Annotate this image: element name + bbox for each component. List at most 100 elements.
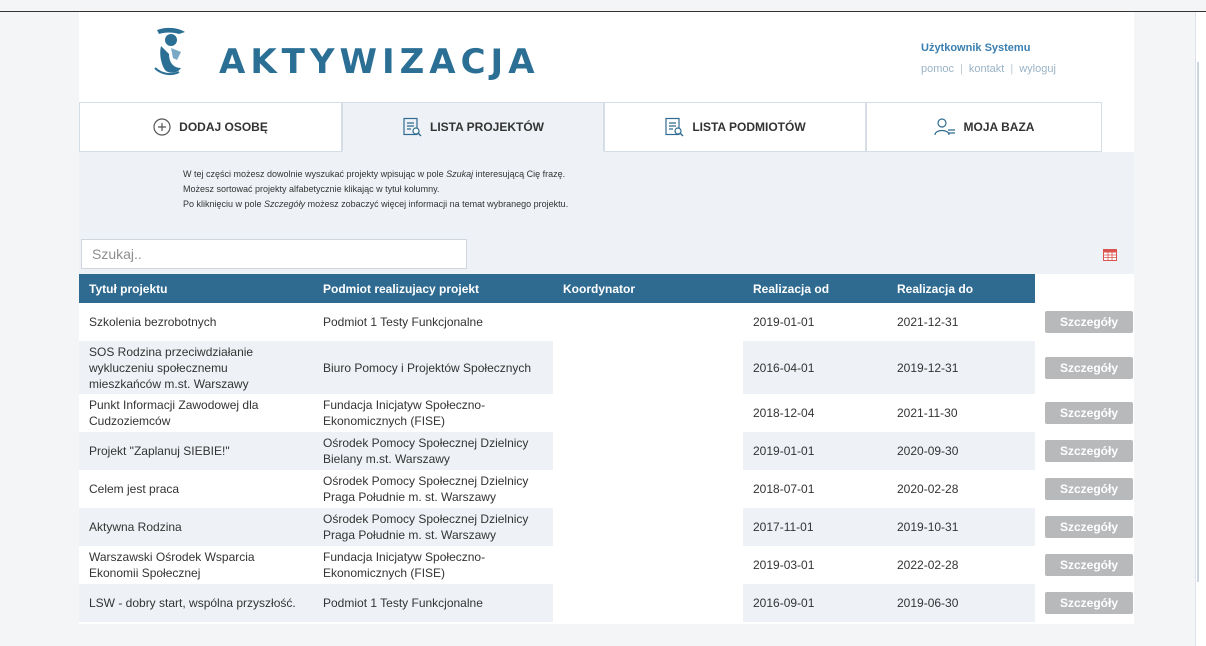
table-row: LSW - dobry start, wspólna przyszłość. Po…	[79, 584, 1134, 622]
info-line-2: Możesz sortować projekty alfabetycznie k…	[183, 184, 440, 194]
cell-actions: Szczegóły	[1035, 432, 1134, 470]
projects-table: Tytuł projektu Podmiot realizujacy proje…	[79, 274, 1134, 622]
cell-actions: Szczegóły	[1035, 546, 1134, 584]
details-button[interactable]: Szczegóły	[1045, 516, 1133, 538]
cell-title: SOS Rodzina przeciwdziałanie wykluczeniu…	[79, 341, 313, 394]
list-search-icon	[665, 117, 684, 137]
cell-entity: Podmiot 1 Testy Funkcjonalne	[313, 584, 553, 622]
details-button[interactable]: Szczegóły	[1045, 554, 1133, 576]
cell-date-to: 2019-10-31	[887, 508, 1035, 546]
cell-date-to: 2022-02-28	[887, 546, 1035, 584]
cell-actions: Szczegóły	[1035, 470, 1134, 508]
tab-entity-list[interactable]: LISTA PODMIOTÓW	[604, 102, 866, 152]
cell-actions: Szczegóły	[1035, 584, 1134, 622]
cell-date-to: 2020-09-30	[887, 432, 1035, 470]
brand-title: AKTYWIZACJA	[219, 42, 540, 82]
cell-date-from: 2017-11-01	[743, 508, 887, 546]
header: AKTYWIZACJA Użytkownik Systemu pomoc | kon…	[79, 12, 1134, 102]
search-input[interactable]	[81, 239, 467, 269]
help-link[interactable]: pomoc	[921, 63, 954, 75]
filter-bar	[79, 236, 1134, 274]
cell-date-from: 2016-04-01	[743, 341, 887, 394]
tab-label: MOJA BAZA	[963, 120, 1035, 134]
cell-date-to: 2020-02-28	[887, 470, 1035, 508]
cell-coordinator	[553, 470, 743, 508]
cell-date-from: 2019-01-01	[743, 303, 887, 341]
info-panel: W tej części możesz dowolnie wyszukać pr…	[79, 152, 1134, 236]
cell-actions: Szczegóły	[1035, 508, 1134, 546]
details-button[interactable]: Szczegóły	[1045, 402, 1133, 424]
cell-coordinator	[553, 508, 743, 546]
info-line-1: W tej części możesz dowolnie wyszukać pr…	[183, 169, 566, 179]
logo-figure-icon[interactable]	[149, 24, 191, 78]
scrollbar[interactable]	[1195, 12, 1206, 646]
column-header-entity[interactable]: Podmiot realizujacy projekt	[313, 274, 553, 303]
cell-entity: Ośrodek Pomocy Społecznej Dzielnicy Prag…	[313, 508, 553, 546]
cell-coordinator	[553, 584, 743, 622]
cell-date-from: 2019-03-01	[743, 546, 887, 584]
tab-add-person[interactable]: DODAJ OSOBĘ	[79, 102, 342, 152]
details-button[interactable]: Szczegóły	[1045, 440, 1133, 462]
cell-actions: Szczegóły	[1035, 341, 1134, 394]
scrollbar-track[interactable]	[1197, 62, 1199, 582]
table-body: Szkolenia bezrobotnych Podmiot 1 Testy Fu…	[79, 303, 1134, 622]
cell-entity: Ośrodek Pomocy Społecznej Dzielnicy Prag…	[313, 470, 553, 508]
table-row: Warszawski Ośrodek Wsparcia Ekonomii Spo…	[79, 546, 1134, 584]
contact-link[interactable]: kontakt	[969, 63, 1004, 75]
cell-date-to: 2021-12-31	[887, 303, 1035, 341]
cell-coordinator	[553, 341, 743, 394]
cell-coordinator	[553, 546, 743, 584]
details-button[interactable]: Szczegóły	[1045, 478, 1133, 500]
cell-title: Szkolenia bezrobotnych	[79, 303, 313, 341]
column-header-title[interactable]: Tytuł projektu	[79, 274, 313, 303]
cell-title: Warszawski Ośrodek Wsparcia Ekonomii Spo…	[79, 546, 313, 584]
column-header-date-to[interactable]: Realizacja do	[887, 274, 1035, 303]
cell-coordinator	[553, 394, 743, 432]
cell-actions: Szczegóły	[1035, 394, 1134, 432]
tab-my-base[interactable]: MOJA BAZA	[866, 102, 1102, 152]
tab-label: DODAJ OSOBĘ	[179, 120, 268, 134]
table-row: Celem jest praca Ośrodek Pomocy Społeczne…	[79, 470, 1134, 508]
user-name[interactable]: Użytkownik Systemu	[921, 42, 1030, 54]
table-row: Aktywna Rodzina Ośrodek Pomocy Społecznej…	[79, 508, 1134, 546]
tab-label: LISTA PROJEKTÓW	[430, 120, 544, 134]
list-search-icon	[403, 117, 422, 137]
cell-coordinator	[553, 432, 743, 470]
cell-entity: Fundacja Inicjatyw Społeczno-Ekonomiczny…	[313, 394, 553, 432]
cell-coordinator	[553, 303, 743, 341]
logout-link[interactable]: wyloguj	[1019, 63, 1056, 75]
page-container: AKTYWIZACJA Użytkownik Systemu pomoc | kon…	[79, 12, 1134, 624]
cell-entity: Podmiot 1 Testy Funkcjonalne	[313, 303, 553, 341]
cell-actions: Szczegóły	[1035, 303, 1134, 341]
table-row: SOS Rodzina przeciwdziałanie wykluczeniu…	[79, 341, 1134, 394]
column-header-date-from[interactable]: Realizacja od	[743, 274, 887, 303]
user-list-icon	[933, 118, 955, 136]
cell-date-from: 2019-01-01	[743, 432, 887, 470]
cell-title: Aktywna Rodzina	[79, 508, 313, 546]
details-button[interactable]: Szczegóły	[1045, 356, 1133, 379]
cell-date-to: 2019-06-30	[887, 584, 1035, 622]
plus-circle-icon	[153, 118, 171, 136]
cell-title: Celem jest praca	[79, 470, 313, 508]
cell-title: Projekt "Zaplanuj SIEBIE!"	[79, 432, 313, 470]
user-links: pomoc | kontakt | wyloguj	[921, 63, 1056, 75]
cell-title: Punkt Informacji Zawodowej dla Cudzoziem…	[79, 394, 313, 432]
cell-date-from: 2018-12-04	[743, 394, 887, 432]
cell-entity: Fundacja Inicjatyw Społeczno-Ekonomiczny…	[313, 546, 553, 584]
main-tabs: DODAJ OSOBĘ LISTA PROJEKTÓW LISTA PODMIO…	[79, 102, 1134, 152]
column-header-coordinator[interactable]: Koordynator	[553, 274, 743, 303]
cell-date-to: 2021-11-30	[887, 394, 1035, 432]
column-header-actions	[1035, 274, 1134, 303]
table-row: Projekt "Zaplanuj SIEBIE!" Ośrodek Pomocy…	[79, 432, 1134, 470]
cell-date-to: 2019-12-31	[887, 341, 1035, 394]
table-header-row: Tytuł projektu Podmiot realizujacy proje…	[79, 274, 1134, 303]
tab-label: LISTA PODMIOTÓW	[692, 120, 806, 134]
cell-date-from: 2016-09-01	[743, 584, 887, 622]
cell-title: LSW - dobry start, wspólna przyszłość.	[79, 584, 313, 622]
separator: |	[1010, 63, 1014, 75]
details-button[interactable]: Szczegóły	[1045, 592, 1133, 614]
separator: |	[960, 63, 963, 75]
spreadsheet-export-icon[interactable]	[1103, 249, 1117, 261]
tab-project-list[interactable]: LISTA PROJEKTÓW	[342, 102, 604, 152]
details-button[interactable]: Szczegóły	[1045, 311, 1133, 333]
